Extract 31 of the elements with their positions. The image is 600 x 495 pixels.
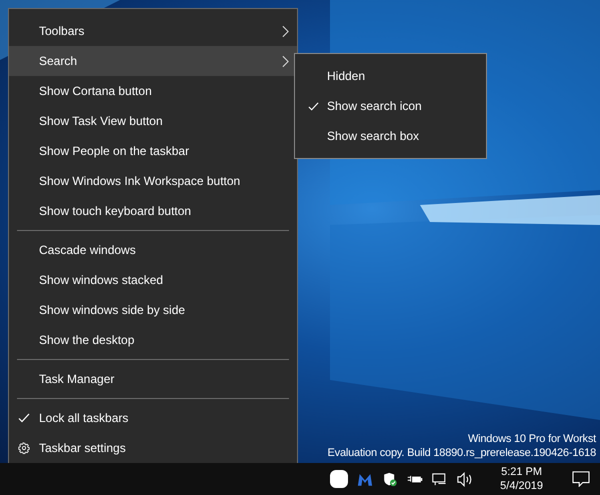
menu-item[interactable]: Taskbar settings <box>9 433 297 463</box>
watermark-text: Evaluation copy. Build 18890.rs_prerelease.190426-1618 <box>328 447 596 459</box>
menu-item[interactable]: Toolbars <box>9 16 297 46</box>
menu-item[interactable]: Show touch keyboard button <box>9 196 297 226</box>
menu-item[interactable]: Show search icon <box>295 91 486 121</box>
menu-item[interactable]: Show Cortana button <box>9 76 297 106</box>
chevron-right-icon <box>282 54 289 68</box>
menu-item[interactable]: Show Windows Ink Workspace button <box>9 166 297 196</box>
time-text: 5:21 PM <box>501 465 542 479</box>
settings-icon <box>18 442 30 454</box>
menu-item[interactable]: Show windows stacked <box>9 265 297 295</box>
menu-item[interactable]: Search <box>9 46 297 76</box>
menu-item[interactable]: Task Manager <box>9 364 297 394</box>
chevron-right-icon <box>282 24 289 38</box>
menu-item[interactable]: Show People on the taskbar <box>9 136 297 166</box>
speaker-icon[interactable] <box>457 472 474 486</box>
menu-item[interactable]: Cascade windows <box>9 235 297 265</box>
menu-item[interactable]: Show windows side by side <box>9 295 297 325</box>
clock[interactable]: 5:21 PM 5/4/2019 <box>500 465 543 493</box>
app-icon[interactable] <box>330 470 348 488</box>
menu-item[interactable]: Show Task View button <box>9 106 297 136</box>
menu-item[interactable]: Hidden <box>295 61 486 91</box>
watermark-text: Windows 10 Pro for Workst <box>468 433 596 445</box>
m-logo-icon[interactable] <box>357 472 374 486</box>
network-icon[interactable] <box>432 472 448 486</box>
date-text: 5/4/2019 <box>500 479 543 493</box>
notification-icon[interactable] <box>572 471 590 487</box>
menu-item[interactable]: Lock all taskbars <box>9 403 297 433</box>
shield-icon[interactable] <box>382 472 398 486</box>
menu-item[interactable]: Show the desktop <box>9 325 297 355</box>
menu-item[interactable]: Show search box <box>295 121 486 151</box>
